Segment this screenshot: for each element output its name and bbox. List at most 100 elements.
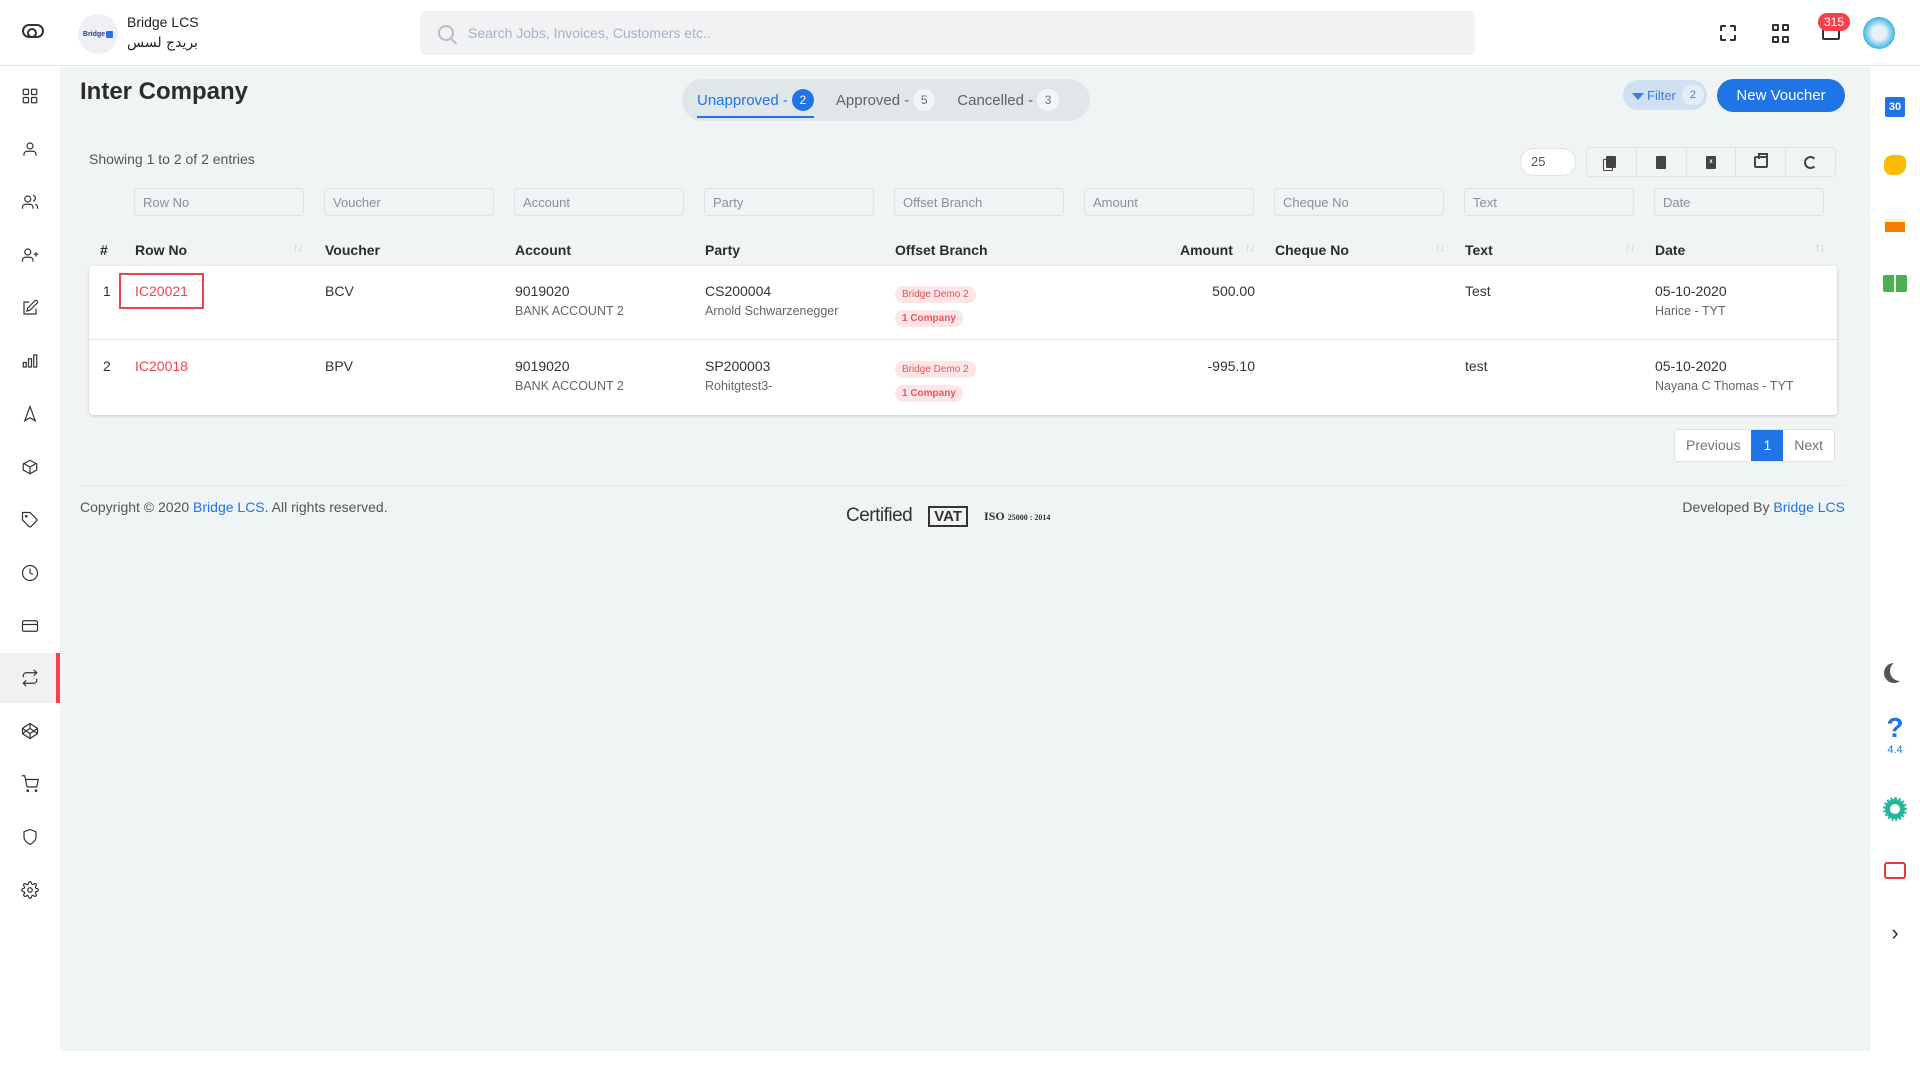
developed-by: Developed By Bridge LCS [1682, 499, 1845, 515]
page-size-select[interactable]: 25 [1520, 148, 1576, 176]
developer-link[interactable]: Bridge LCS [1773, 499, 1845, 515]
sidebar-item-inter-company[interactable] [0, 653, 60, 703]
sidebar-item-user[interactable] [0, 124, 60, 174]
filter-text[interactable] [1464, 188, 1634, 216]
fullscreen-icon[interactable] [1720, 25, 1736, 41]
party-cell: CS200004 Arnold Schwarzenegger [705, 283, 838, 318]
filter-voucher[interactable] [324, 188, 494, 216]
row-index: 1 [103, 283, 111, 299]
amount-cell: 500.00 [1212, 283, 1255, 299]
refresh-button[interactable] [1786, 148, 1835, 176]
sort-icon[interactable]: ↑↓ [1245, 242, 1255, 254]
col-cheque-no[interactable]: Cheque No [1275, 235, 1349, 265]
sidebar-item-settings[interactable] [0, 865, 60, 915]
sidebar-item-security[interactable] [0, 812, 60, 862]
sidebar [0, 66, 60, 1080]
sort-icon[interactable]: ↑↓ [1815, 242, 1825, 254]
filter-account[interactable] [514, 188, 684, 216]
excel-button[interactable]: x [1687, 148, 1737, 176]
filter-offset-branch[interactable] [894, 188, 1064, 216]
status-tabs: Unapproved - 2 Approved - 5 Cancelled - … [682, 79, 1090, 121]
tab-unapproved[interactable]: Unapproved - 2 [697, 79, 814, 121]
sidebar-item-inventory[interactable] [0, 442, 60, 492]
sidebar-item-reports[interactable] [0, 336, 60, 386]
date-value: 05-10-2020 [1655, 283, 1727, 299]
sort-icon[interactable]: ↑↓ [1625, 242, 1635, 254]
certifications: Certified VAT ISO 25000 : 2014 [846, 505, 1050, 527]
col-account[interactable]: Account [515, 235, 571, 265]
col-date[interactable]: Date [1655, 235, 1685, 265]
sidebar-item-purchase[interactable] [0, 759, 60, 809]
page-1-button[interactable]: 1 [1751, 430, 1784, 461]
row-no-link[interactable]: IC20021 [119, 273, 204, 309]
sort-icon[interactable]: ↑↓ [1435, 242, 1445, 254]
sidebar-item-payments[interactable] [0, 601, 60, 651]
notes-app[interactable] [1870, 145, 1920, 185]
chat-button[interactable] [1870, 850, 1920, 890]
copy-button[interactable] [1587, 148, 1637, 176]
col-text[interactable]: Text [1465, 235, 1493, 265]
chevron-right-icon: › [1891, 920, 1899, 945]
files-app[interactable] [1870, 205, 1920, 245]
page-title: Inter Company [80, 78, 249, 105]
new-voucher-button[interactable]: New Voucher [1717, 79, 1845, 112]
party-code: SP200003 [705, 358, 771, 374]
settings-icon [21, 881, 39, 899]
filter-amount[interactable] [1084, 188, 1254, 216]
col-voucher[interactable]: Voucher [325, 235, 380, 265]
table-row[interactable]: 2 IC20018 BPV 9019020 BANK ACCOUNT 2 SP20… [89, 341, 1837, 415]
help-button[interactable]: ? 4.4 [1870, 707, 1920, 763]
csv-file-icon [1656, 155, 1667, 169]
search-input[interactable] [468, 25, 1368, 41]
entries-info: Showing 1 to 2 of 2 entries [89, 151, 255, 167]
tab-label: Approved - [835, 91, 910, 109]
dark-mode-toggle[interactable] [1870, 651, 1920, 691]
collapse-rail-button[interactable]: › [1870, 913, 1920, 953]
sidebar-item-edit[interactable] [0, 283, 60, 333]
guide-app[interactable] [1870, 263, 1920, 303]
sidebar-item-users[interactable] [0, 177, 60, 227]
global-search[interactable] [420, 11, 1475, 55]
sidebar-item-add-user[interactable] [0, 230, 60, 280]
previous-page-button[interactable]: Previous [1675, 430, 1751, 461]
print-button[interactable] [1736, 148, 1787, 176]
branch-badge: Bridge Demo 2 [895, 361, 976, 378]
col-offset-branch[interactable]: Offset Branch [895, 235, 988, 265]
refresh-icon [1804, 155, 1818, 169]
filter-cheque-no[interactable] [1274, 188, 1444, 216]
filter-date[interactable] [1654, 188, 1824, 216]
tab-cancelled[interactable]: Cancelled - 3 [957, 79, 1060, 121]
vat-logo: VAT [928, 505, 969, 527]
vouchers-table: 1 IC20021 BCV 9019020 BANK ACCOUNT 2 CS20… [89, 266, 1837, 415]
add-user-icon [21, 248, 39, 262]
sidebar-item-navigation[interactable] [0, 389, 60, 439]
col-index: # [100, 242, 108, 258]
filter-party[interactable] [704, 188, 874, 216]
sidebar-item-modules[interactable] [0, 706, 60, 756]
col-row-no[interactable]: Row No [135, 235, 187, 265]
settings-widget[interactable] [1870, 789, 1920, 829]
sidebar-item-history[interactable] [0, 548, 60, 598]
apps-grid-icon[interactable] [1772, 24, 1792, 44]
copyright-link[interactable]: Bridge LCS [193, 499, 265, 515]
tab-approved[interactable]: Approved - 5 [835, 79, 936, 121]
toggle-view-icon[interactable] [22, 24, 44, 38]
sort-icon[interactable]: ↑↓ [293, 242, 303, 254]
sidebar-item-tags[interactable] [0, 495, 60, 545]
filter-row-no[interactable] [134, 188, 304, 216]
table-row[interactable]: 1 IC20021 BCV 9019020 BANK ACCOUNT 2 CS20… [89, 266, 1837, 340]
user-avatar[interactable] [1863, 17, 1895, 49]
search-icon [438, 25, 454, 41]
col-amount[interactable]: Amount [1180, 235, 1233, 265]
tag-icon [21, 511, 38, 528]
branch-badge: Bridge Demo 2 [895, 286, 976, 303]
tab-label: Cancelled - [957, 91, 1034, 109]
col-party[interactable]: Party [705, 235, 740, 265]
sidebar-item-dashboard[interactable] [0, 71, 60, 121]
filter-button[interactable]: Filter 2 [1623, 80, 1707, 110]
next-page-button[interactable]: Next [1783, 430, 1834, 461]
row-no-link[interactable]: IC20018 [135, 358, 188, 374]
csv-button[interactable] [1637, 148, 1687, 176]
created-by: Harice - TYT [1655, 304, 1726, 318]
calendar-app[interactable]: 30 [1870, 87, 1920, 127]
